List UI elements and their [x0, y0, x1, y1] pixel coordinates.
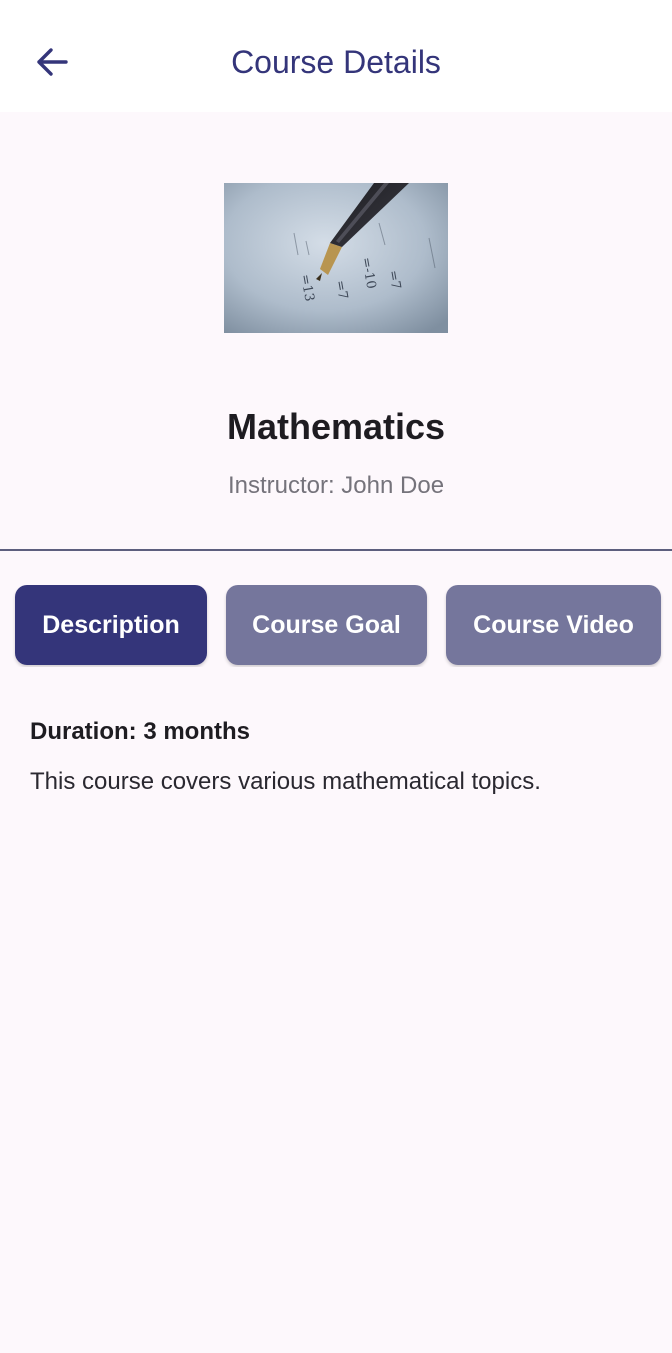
- tab-course-video[interactable]: Course Video: [446, 585, 661, 665]
- page-title: Course Details: [231, 44, 441, 80]
- instructor-label: Instructor: John Doe: [227, 472, 445, 499]
- course-description: This course covers various mathematical …: [30, 768, 541, 795]
- divider: [0, 549, 672, 551]
- duration-label: Duration: 3 months: [30, 718, 250, 745]
- tab-course-goal[interactable]: Course Goal: [226, 585, 427, 665]
- tab-bar: Description Course Goal Course Video: [0, 585, 672, 667]
- tab-description[interactable]: Description: [15, 585, 207, 665]
- course-image: =7 =-10 =13 =7: [224, 183, 448, 333]
- app-bar: Course Details: [0, 0, 672, 112]
- course-title: Mathematics: [226, 406, 446, 447]
